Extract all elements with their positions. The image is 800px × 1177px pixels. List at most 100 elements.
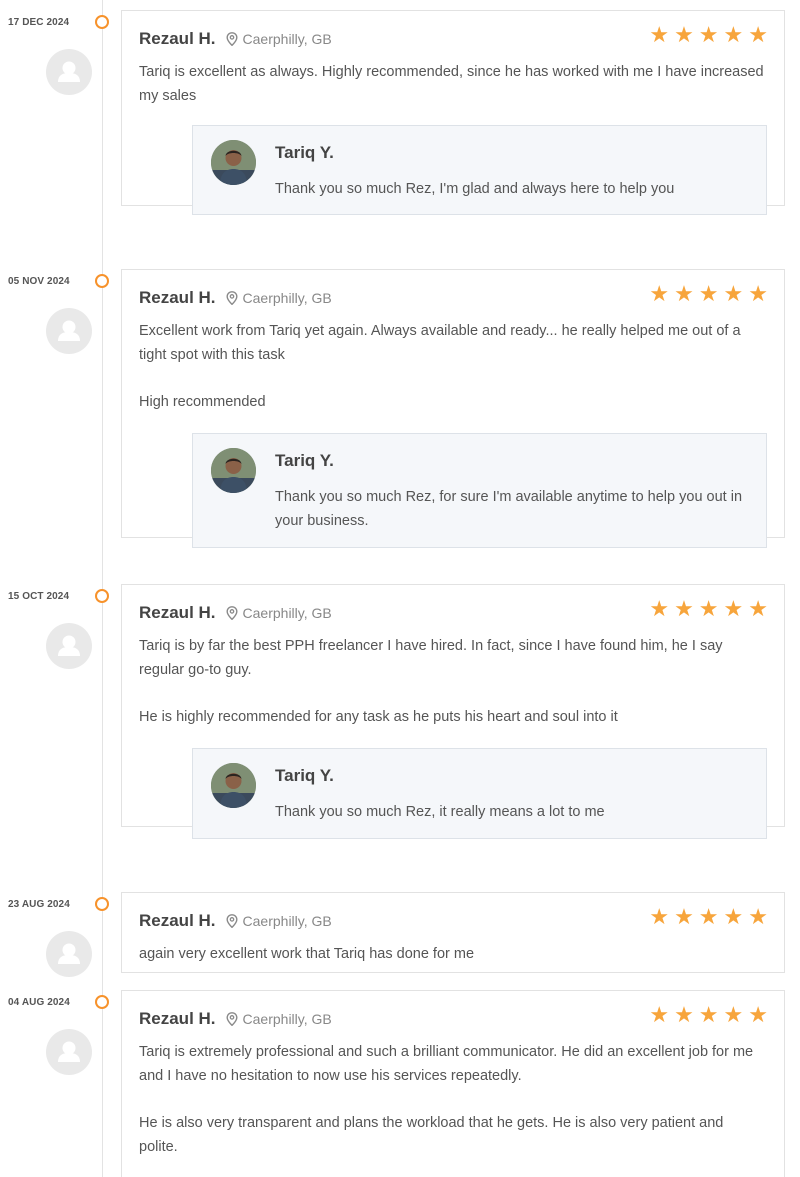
star-rating: ★ ★ ★ ★ ★ (649, 907, 768, 929)
avatar (46, 49, 92, 95)
reviewer-location: Caerphilly, GB (226, 31, 332, 47)
review-header: Rezaul H. Caerphilly, GB (139, 29, 332, 49)
user-placeholder-icon (58, 320, 80, 341)
star-icon: ★ (649, 23, 670, 48)
reviewer-name[interactable]: Rezaul H. (139, 1009, 216, 1029)
review-card: Rezaul H. Caerphilly, GB ★ ★ ★ ★ ★ again ver… (121, 892, 785, 973)
reply-avatar (211, 448, 256, 493)
star-icon: ★ (698, 23, 719, 48)
review-paragraph: High recommended (139, 394, 266, 410)
avatar (46, 308, 92, 354)
star-icon: ★ (698, 597, 719, 622)
review-date: 15 OCT 2024 (8, 591, 70, 602)
review-header: Rezaul H. Caerphilly, GB (139, 1009, 332, 1029)
map-pin-icon (226, 291, 238, 305)
review-text: Tariq is by far the best PPH freelancer … (139, 635, 764, 730)
user-placeholder-icon (58, 635, 80, 656)
star-icon: ★ (674, 1003, 694, 1028)
review-paragraph: He is also very transparent and plans th… (139, 1115, 724, 1155)
reviewer-location: Caerphilly, GB (226, 1011, 332, 1027)
reply-avatar (211, 763, 256, 808)
star-rating: ★ ★ ★ ★ ★ (649, 599, 768, 621)
avatar (46, 623, 92, 669)
reviewer-name[interactable]: Rezaul H. (139, 29, 216, 49)
review-paragraph: Excellent work from Tariq yet again. Alw… (139, 323, 741, 363)
star-icon: ★ (723, 1003, 744, 1028)
reviewer-location: Caerphilly, GB (226, 913, 332, 929)
reply-box: Tariq Y. Thank you so much Rez, I'm glad… (192, 125, 767, 215)
reply-author[interactable]: Tariq Y. (275, 451, 334, 471)
reply-avatar (211, 140, 256, 185)
location-text: Caerphilly, GB (242, 605, 332, 621)
star-icon: ★ (723, 23, 744, 48)
star-rating: ★ ★ ★ ★ ★ (649, 1005, 768, 1027)
review-header: Rezaul H. Caerphilly, GB (139, 603, 332, 623)
timeline-dot-icon (95, 897, 109, 911)
star-icon: ★ (649, 282, 670, 307)
star-icon: ★ (748, 23, 768, 48)
reply-box: Tariq Y. Thank you so much Rez, it reall… (192, 748, 767, 839)
star-icon: ★ (748, 597, 768, 622)
star-rating: ★ ★ ★ ★ ★ (649, 25, 768, 47)
review-paragraph: Tariq is excellent as always. Highly rec… (139, 64, 764, 104)
review-text: Excellent work from Tariq yet again. Alw… (139, 320, 764, 415)
timeline-dot-icon (95, 995, 109, 1009)
review-date: 17 DEC 2024 (8, 17, 70, 28)
star-icon: ★ (748, 905, 768, 930)
star-icon: ★ (723, 282, 744, 307)
review-card: Rezaul H. Caerphilly, GB ★ ★ ★ ★ ★ Tariq is … (121, 584, 785, 839)
star-icon: ★ (748, 1003, 768, 1028)
star-icon: ★ (674, 905, 694, 930)
review-date: 05 NOV 2024 (8, 276, 70, 287)
reviewer-name[interactable]: Rezaul H. (139, 603, 216, 623)
star-icon: ★ (723, 905, 744, 930)
reply-author[interactable]: Tariq Y. (275, 766, 334, 786)
star-icon: ★ (698, 905, 719, 930)
review-text: Tariq is excellent as always. Highly rec… (139, 61, 764, 108)
review-header: Rezaul H. Caerphilly, GB (139, 288, 332, 308)
review-card: Rezaul H. Caerphilly, GB ★ ★ ★ ★ ★ Tariq is … (121, 10, 785, 215)
reply-author[interactable]: Tariq Y. (275, 143, 334, 163)
reply-box: Tariq Y. Thank you so much Rez, for sure… (192, 433, 767, 548)
location-text: Caerphilly, GB (242, 31, 332, 47)
review-card: Rezaul H. Caerphilly, GB ★ ★ ★ ★ ★ Tariq is … (121, 990, 785, 1177)
star-icon: ★ (674, 23, 694, 48)
review-date: 23 AUG 2024 (8, 899, 70, 910)
map-pin-icon (226, 914, 238, 928)
star-icon: ★ (698, 282, 719, 307)
user-placeholder-icon (58, 1041, 80, 1062)
reply-text: Thank you so much Rez, it really means a… (275, 804, 605, 820)
location-text: Caerphilly, GB (242, 1011, 332, 1027)
avatar (46, 1029, 92, 1075)
review-paragraph: He is highly recommended for any task as… (139, 709, 618, 725)
star-icon: ★ (748, 282, 768, 307)
star-icon: ★ (698, 1003, 719, 1028)
review-date: 04 AUG 2024 (8, 997, 70, 1008)
map-pin-icon (226, 606, 238, 620)
review-paragraph: Tariq is by far the best PPH freelancer … (139, 638, 723, 678)
review-paragraph: Tariq is extremely professional and such… (139, 1044, 754, 1084)
star-icon: ★ (649, 905, 670, 930)
star-icon: ★ (649, 1003, 670, 1028)
star-icon: ★ (674, 597, 694, 622)
timeline-dot-icon (95, 274, 109, 288)
star-icon: ★ (649, 597, 670, 622)
review-text: Tariq is extremely professional and such… (139, 1041, 764, 1159)
review-header: Rezaul H. Caerphilly, GB (139, 911, 332, 931)
review-paragraph: again very excellent work that Tariq has… (139, 946, 475, 962)
reviewer-name[interactable]: Rezaul H. (139, 288, 216, 308)
map-pin-icon (226, 32, 238, 46)
star-icon: ★ (723, 597, 744, 622)
user-placeholder-icon (58, 943, 80, 964)
reply-text: Thank you so much Rez, for sure I'm avai… (275, 489, 743, 529)
reviewer-location: Caerphilly, GB (226, 605, 332, 621)
reply-text: Thank you so much Rez, I'm glad and alwa… (275, 181, 675, 197)
reviewer-location: Caerphilly, GB (226, 290, 332, 306)
review-card: Rezaul H. Caerphilly, GB ★ ★ ★ ★ ★ Excellent… (121, 269, 785, 548)
user-placeholder-icon (58, 61, 80, 82)
reviewer-name[interactable]: Rezaul H. (139, 911, 216, 931)
review-text: again very excellent work that Tariq has… (139, 943, 764, 967)
star-icon: ★ (674, 282, 694, 307)
timeline-dot-icon (95, 589, 109, 603)
timeline-dot-icon (95, 15, 109, 29)
